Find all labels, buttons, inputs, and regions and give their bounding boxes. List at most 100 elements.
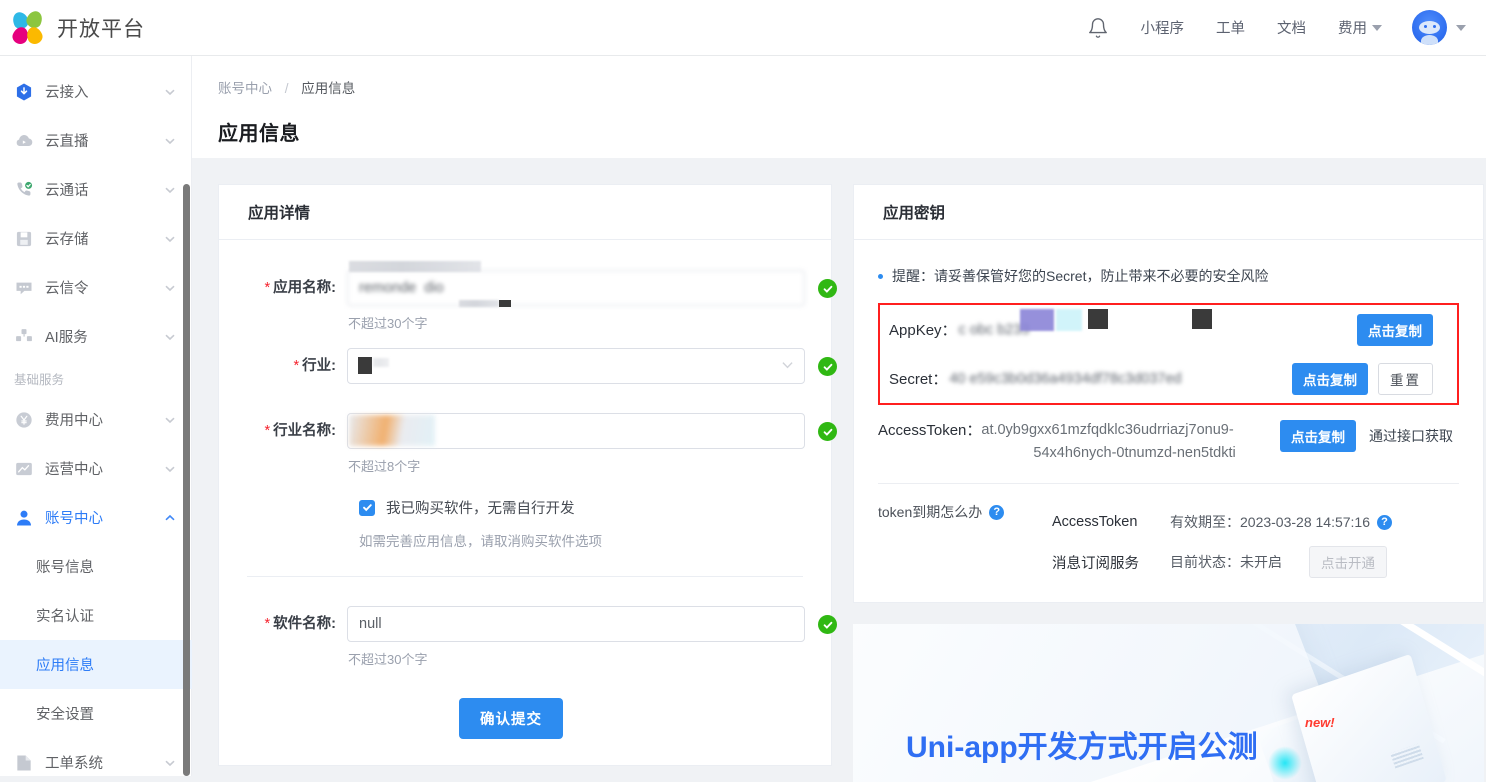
token-help-row[interactable]: token到期怎么办 ?	[878, 502, 1052, 522]
cloud-live-icon	[14, 131, 34, 151]
sidebar-item-account-center[interactable]: 账号中心	[0, 493, 192, 542]
purchased-software-checkbox-row[interactable]: 我已购买软件，无需自行开发	[359, 497, 803, 518]
nav-label: 工单	[1216, 17, 1245, 38]
app-name-input[interactable]	[347, 270, 805, 306]
redaction-blur	[459, 300, 499, 307]
appkey-copy-button[interactable]: 点击复制	[1357, 314, 1433, 346]
redaction-block	[1088, 309, 1108, 329]
nav-label: 小程序	[1141, 17, 1185, 38]
promo-banner[interactable]: Uni-app开发方式开启公测 new!	[853, 624, 1484, 782]
field-control-app-name: 不超过30个字	[347, 270, 805, 332]
nav-item-docs[interactable]: 文档	[1261, 0, 1322, 56]
appkey-actions: 点击复制	[1357, 314, 1433, 346]
appkey-row: AppKey： c obc b233 点击复制	[880, 305, 1457, 354]
chevron-down-icon	[164, 463, 176, 475]
sidebar-item-label: AI服务	[45, 326, 164, 347]
chevron-down-icon	[164, 233, 176, 245]
sidebar-item-cloud-live-top[interactable]: 云直播	[0, 56, 192, 67]
platform-logo-icon	[12, 11, 46, 45]
enable-subscription-button[interactable]: 点击开通	[1309, 546, 1387, 578]
form-row-industry: *行业:	[219, 348, 803, 384]
brand-title: 开放平台	[57, 13, 145, 43]
purchased-software-checkbox[interactable]	[359, 500, 375, 516]
required-marker: *	[265, 280, 271, 296]
redaction-block	[1192, 309, 1212, 329]
industry-select[interactable]	[347, 348, 805, 384]
sidebar-item-app-info[interactable]: 应用信息	[0, 640, 192, 689]
secret-reset-button[interactable]: 重置	[1378, 363, 1433, 395]
sidebar-item-cloud-storage[interactable]: 云存储	[0, 214, 192, 263]
breadcrumb-separator: /	[285, 81, 289, 96]
sidebar-scrollbar[interactable]	[183, 184, 190, 776]
breadcrumb-current: 应用信息	[301, 81, 355, 96]
top-header: 开放平台 小程序 工单 文档 费用	[0, 0, 1486, 56]
ticket-system-icon	[14, 753, 34, 773]
meta-row-access-token: AccessToken 有效期至：2023-03-28 14:57:16 ?	[1052, 502, 1459, 542]
nav-item-miniprogram[interactable]: 小程序	[1125, 0, 1201, 56]
sidebar-item-cloud-access[interactable]: 云接入	[0, 67, 192, 116]
submit-button[interactable]: 确认提交	[459, 698, 563, 739]
app-secret-card-title: 应用密钥	[854, 185, 1483, 240]
valid-check-icon	[818, 279, 837, 298]
nav-item-fees[interactable]: 费用	[1322, 0, 1398, 56]
nav-label: 费用	[1338, 17, 1367, 38]
access-token-line1: at.0yb9gxx61mzfqdklc36udrriazj7onu9-	[981, 422, 1233, 438]
sidebar-item-fee-center[interactable]: 费用中心	[0, 395, 192, 444]
page-header: 账号中心 / 应用信息 应用信息	[192, 56, 1486, 158]
access-token-copy-button[interactable]: 点击复制	[1280, 420, 1356, 452]
sidebar-item-label: 云通话	[45, 179, 164, 200]
sidebar-item-ticket-system[interactable]: 工单系统	[0, 738, 192, 776]
redaction-blur	[373, 358, 389, 367]
field-control-industry-name: 不超过8个字	[347, 413, 805, 475]
help-icon[interactable]: ?	[1377, 515, 1392, 530]
secret-row: Secret： 40 e59c3b0d36a4934df78c3d037ed 点…	[880, 354, 1457, 403]
sidebar-item-account-info[interactable]: 账号信息	[0, 542, 192, 591]
secret-value: 40 e59c3b0d36a4934df78c3d037ed	[949, 371, 1181, 387]
access-token-line2: 54x4h6nych-0tnumzd-nen5tdkti	[981, 442, 1303, 465]
brand[interactable]: 开放平台	[0, 11, 145, 45]
field-hint-industry-name: 不超过8个字	[348, 456, 805, 475]
sidebar-group-label: 基础服务	[0, 361, 192, 395]
ai-service-icon	[14, 327, 34, 347]
check-icon	[362, 502, 373, 513]
form-row-industry-name: *行业名称: 不超过8个字	[219, 413, 803, 475]
chevron-down-icon[interactable]	[782, 361, 793, 369]
sidebar-item-label: 云信令	[45, 277, 164, 298]
field-hint-app-name: 不超过30个字	[348, 313, 805, 332]
help-icon[interactable]: ?	[989, 505, 1004, 520]
user-menu[interactable]	[1398, 10, 1466, 45]
redaction-block	[358, 357, 372, 374]
key-highlight-box: AppKey： c obc b233 点击复制	[878, 303, 1459, 405]
form-row-software-name: *软件名称: 不超过30个字	[219, 606, 803, 668]
sidebar-item-ops-center[interactable]: 运营中心	[0, 444, 192, 493]
bullet-icon	[878, 274, 883, 279]
access-token-api-link[interactable]: 通过接口获取	[1369, 426, 1453, 446]
sidebar-item-cloud-live[interactable]: 云直播	[0, 116, 192, 165]
meta-row-subscription: 消息订阅服务 目前状态：未开启 点击开通	[1052, 542, 1459, 582]
redaction-blur	[349, 415, 435, 446]
redaction-block	[499, 300, 511, 307]
access-token-actions: 点击复制 通过接口获取	[1280, 420, 1453, 452]
sidebar-item-realname-auth[interactable]: 实名认证	[0, 591, 192, 640]
meta-text: 目前状态：未开启	[1170, 552, 1282, 572]
software-name-input[interactable]	[347, 606, 805, 642]
nav-item-tickets[interactable]: 工单	[1200, 0, 1261, 56]
sidebar-item-cloud-signal[interactable]: 云信令	[0, 263, 192, 312]
avatar	[1412, 10, 1447, 45]
sidebar-item-cloud-call[interactable]: 云通话	[0, 165, 192, 214]
field-label-software-name: *软件名称:	[219, 606, 347, 642]
breadcrumb-parent[interactable]: 账号中心	[218, 81, 272, 96]
sidebar-item-security-settings[interactable]: 安全设置	[0, 689, 192, 738]
sidebar-subitem-label: 应用信息	[36, 654, 94, 675]
notification-bell-button[interactable]	[1071, 0, 1125, 56]
cloud-signal-icon	[14, 278, 34, 298]
sidebar-item-label: 费用中心	[45, 409, 164, 430]
valid-check-icon	[818, 357, 837, 376]
redaction-block	[1020, 309, 1054, 331]
sidebar-item-ai-service[interactable]: AI服务	[0, 312, 192, 361]
sidebar-item-label: 账号中心	[45, 507, 164, 528]
secret-copy-button[interactable]: 点击复制	[1292, 363, 1368, 395]
chevron-down-icon	[164, 135, 176, 147]
banner-new-badge: new!	[1305, 715, 1335, 730]
page-title: 应用信息	[218, 117, 1486, 146]
